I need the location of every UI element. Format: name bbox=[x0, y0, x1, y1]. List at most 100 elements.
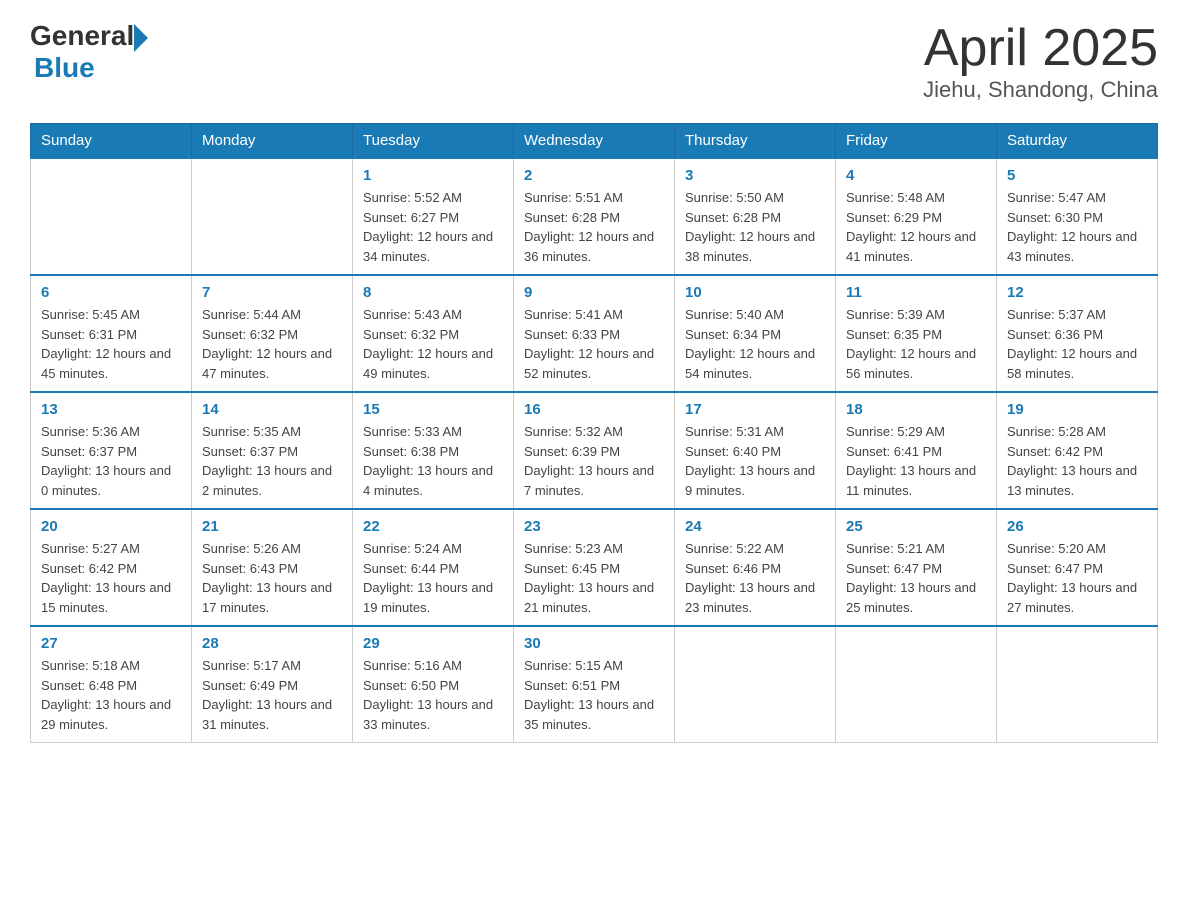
calendar-cell: 19 Sunrise: 5:28 AMSunset: 6:42 PMDayligh… bbox=[997, 392, 1158, 509]
calendar-cell: 26 Sunrise: 5:20 AMSunset: 6:47 PMDayligh… bbox=[997, 509, 1158, 626]
calendar-cell: 18 Sunrise: 5:29 AMSunset: 6:41 PMDayligh… bbox=[836, 392, 997, 509]
calendar-cell: 17 Sunrise: 5:31 AMSunset: 6:40 PMDayligh… bbox=[675, 392, 836, 509]
day-number: 9 bbox=[524, 284, 664, 301]
day-info: Sunrise: 5:22 AMSunset: 6:46 PMDaylight:… bbox=[685, 539, 825, 617]
day-number: 18 bbox=[846, 401, 986, 418]
header-sunday: Sunday bbox=[31, 124, 192, 159]
calendar-cell: 6 Sunrise: 5:45 AMSunset: 6:31 PMDaylight… bbox=[31, 275, 192, 392]
day-info: Sunrise: 5:39 AMSunset: 6:35 PMDaylight:… bbox=[846, 305, 986, 383]
calendar-cell: 2 Sunrise: 5:51 AMSunset: 6:28 PMDaylight… bbox=[514, 158, 675, 275]
day-number: 7 bbox=[202, 284, 342, 301]
page-header: General Blue April 2025 Jiehu, Shandong,… bbox=[30, 20, 1158, 103]
day-info: Sunrise: 5:16 AMSunset: 6:50 PMDaylight:… bbox=[363, 656, 503, 734]
day-number: 17 bbox=[685, 401, 825, 418]
day-info: Sunrise: 5:26 AMSunset: 6:43 PMDaylight:… bbox=[202, 539, 342, 617]
day-info: Sunrise: 5:20 AMSunset: 6:47 PMDaylight:… bbox=[1007, 539, 1147, 617]
calendar-cell: 5 Sunrise: 5:47 AMSunset: 6:30 PMDaylight… bbox=[997, 158, 1158, 275]
calendar-cell: 15Sunrise: 5:33 AMSunset: 6:38 PMDayligh… bbox=[353, 392, 514, 509]
calendar-cell: 3Sunrise: 5:50 AMSunset: 6:28 PMDaylight… bbox=[675, 158, 836, 275]
week-row-4: 20 Sunrise: 5:27 AMSunset: 6:42 PMDayligh… bbox=[31, 509, 1158, 626]
day-info: Sunrise: 5:52 AMSunset: 6:27 PMDaylight:… bbox=[363, 188, 503, 266]
day-info: Sunrise: 5:41 AMSunset: 6:33 PMDaylight:… bbox=[524, 305, 664, 383]
calendar-cell: 27 Sunrise: 5:18 AMSunset: 6:48 PMDayligh… bbox=[31, 626, 192, 743]
day-number: 10 bbox=[685, 284, 825, 301]
calendar-cell: 10 Sunrise: 5:40 AMSunset: 6:34 PMDayligh… bbox=[675, 275, 836, 392]
calendar-cell: 21 Sunrise: 5:26 AMSunset: 6:43 PMDayligh… bbox=[192, 509, 353, 626]
day-number: 15 bbox=[363, 401, 503, 418]
header-wednesday: Wednesday bbox=[514, 124, 675, 159]
logo-text-general: General bbox=[30, 20, 134, 52]
day-info: Sunrise: 5:29 AMSunset: 6:41 PMDaylight:… bbox=[846, 422, 986, 500]
day-info: Sunrise: 5:18 AMSunset: 6:48 PMDaylight:… bbox=[41, 656, 181, 734]
day-info: Sunrise: 5:47 AMSunset: 6:30 PMDaylight:… bbox=[1007, 188, 1147, 266]
calendar-cell: 28 Sunrise: 5:17 AMSunset: 6:49 PMDayligh… bbox=[192, 626, 353, 743]
header-friday: Friday bbox=[836, 124, 997, 159]
day-number: 20 bbox=[41, 518, 181, 535]
day-number: 21 bbox=[202, 518, 342, 535]
calendar-cell: 16Sunrise: 5:32 AMSunset: 6:39 PMDayligh… bbox=[514, 392, 675, 509]
day-number: 28 bbox=[202, 635, 342, 652]
day-number: 4 bbox=[846, 167, 986, 184]
calendar-cell: 12Sunrise: 5:37 AMSunset: 6:36 PMDayligh… bbox=[997, 275, 1158, 392]
day-number: 2 bbox=[524, 167, 664, 184]
logo: General Blue bbox=[30, 20, 148, 84]
day-info: Sunrise: 5:43 AMSunset: 6:32 PMDaylight:… bbox=[363, 305, 503, 383]
calendar-cell bbox=[997, 626, 1158, 743]
calendar-cell: 4 Sunrise: 5:48 AMSunset: 6:29 PMDaylight… bbox=[836, 158, 997, 275]
header-saturday: Saturday bbox=[997, 124, 1158, 159]
calendar-cell: 29 Sunrise: 5:16 AMSunset: 6:50 PMDayligh… bbox=[353, 626, 514, 743]
day-number: 19 bbox=[1007, 401, 1147, 418]
week-row-3: 13 Sunrise: 5:36 AMSunset: 6:37 PMDayligh… bbox=[31, 392, 1158, 509]
day-info: Sunrise: 5:36 AMSunset: 6:37 PMDaylight:… bbox=[41, 422, 181, 500]
day-number: 11 bbox=[846, 284, 986, 301]
calendar-cell: 23 Sunrise: 5:23 AMSunset: 6:45 PMDayligh… bbox=[514, 509, 675, 626]
calendar-cell: 30Sunrise: 5:15 AMSunset: 6:51 PMDayligh… bbox=[514, 626, 675, 743]
day-number: 3 bbox=[685, 167, 825, 184]
day-info: Sunrise: 5:51 AMSunset: 6:28 PMDaylight:… bbox=[524, 188, 664, 266]
header-monday: Monday bbox=[192, 124, 353, 159]
day-info: Sunrise: 5:23 AMSunset: 6:45 PMDaylight:… bbox=[524, 539, 664, 617]
calendar-title: April 2025 bbox=[923, 20, 1158, 77]
day-number: 30 bbox=[524, 635, 664, 652]
header-thursday: Thursday bbox=[675, 124, 836, 159]
day-number: 16 bbox=[524, 401, 664, 418]
day-info: Sunrise: 5:35 AMSunset: 6:37 PMDaylight:… bbox=[202, 422, 342, 500]
day-info: Sunrise: 5:24 AMSunset: 6:44 PMDaylight:… bbox=[363, 539, 503, 617]
day-number: 26 bbox=[1007, 518, 1147, 535]
day-number: 6 bbox=[41, 284, 181, 301]
day-number: 27 bbox=[41, 635, 181, 652]
calendar-cell bbox=[192, 158, 353, 275]
day-number: 24 bbox=[685, 518, 825, 535]
week-row-1: 1Sunrise: 5:52 AMSunset: 6:27 PMDaylight… bbox=[31, 158, 1158, 275]
day-info: Sunrise: 5:44 AMSunset: 6:32 PMDaylight:… bbox=[202, 305, 342, 383]
calendar-cell: 24 Sunrise: 5:22 AMSunset: 6:46 PMDayligh… bbox=[675, 509, 836, 626]
calendar-cell: 25 Sunrise: 5:21 AMSunset: 6:47 PMDayligh… bbox=[836, 509, 997, 626]
day-number: 13 bbox=[41, 401, 181, 418]
day-info: Sunrise: 5:40 AMSunset: 6:34 PMDaylight:… bbox=[685, 305, 825, 383]
day-info: Sunrise: 5:27 AMSunset: 6:42 PMDaylight:… bbox=[41, 539, 181, 617]
calendar-title-area: April 2025 Jiehu, Shandong, China bbox=[923, 20, 1158, 103]
day-number: 5 bbox=[1007, 167, 1147, 184]
day-number: 25 bbox=[846, 518, 986, 535]
day-number: 22 bbox=[363, 518, 503, 535]
calendar-cell: 8 Sunrise: 5:43 AMSunset: 6:32 PMDaylight… bbox=[353, 275, 514, 392]
calendar-cell: 14Sunrise: 5:35 AMSunset: 6:37 PMDayligh… bbox=[192, 392, 353, 509]
day-info: Sunrise: 5:45 AMSunset: 6:31 PMDaylight:… bbox=[41, 305, 181, 383]
day-number: 29 bbox=[363, 635, 503, 652]
calendar-cell bbox=[675, 626, 836, 743]
logo-arrow-icon bbox=[134, 24, 148, 52]
calendar-subtitle: Jiehu, Shandong, China bbox=[923, 77, 1158, 103]
day-info: Sunrise: 5:31 AMSunset: 6:40 PMDaylight:… bbox=[685, 422, 825, 500]
calendar-cell bbox=[836, 626, 997, 743]
day-info: Sunrise: 5:21 AMSunset: 6:47 PMDaylight:… bbox=[846, 539, 986, 617]
header-tuesday: Tuesday bbox=[353, 124, 514, 159]
day-info: Sunrise: 5:28 AMSunset: 6:42 PMDaylight:… bbox=[1007, 422, 1147, 500]
calendar-cell: 13 Sunrise: 5:36 AMSunset: 6:37 PMDayligh… bbox=[31, 392, 192, 509]
calendar-cell: 20 Sunrise: 5:27 AMSunset: 6:42 PMDayligh… bbox=[31, 509, 192, 626]
day-info: Sunrise: 5:17 AMSunset: 6:49 PMDaylight:… bbox=[202, 656, 342, 734]
day-number: 8 bbox=[363, 284, 503, 301]
day-info: Sunrise: 5:48 AMSunset: 6:29 PMDaylight:… bbox=[846, 188, 986, 266]
logo-text-blue: Blue bbox=[34, 52, 148, 84]
day-number: 23 bbox=[524, 518, 664, 535]
week-row-2: 6 Sunrise: 5:45 AMSunset: 6:31 PMDaylight… bbox=[31, 275, 1158, 392]
